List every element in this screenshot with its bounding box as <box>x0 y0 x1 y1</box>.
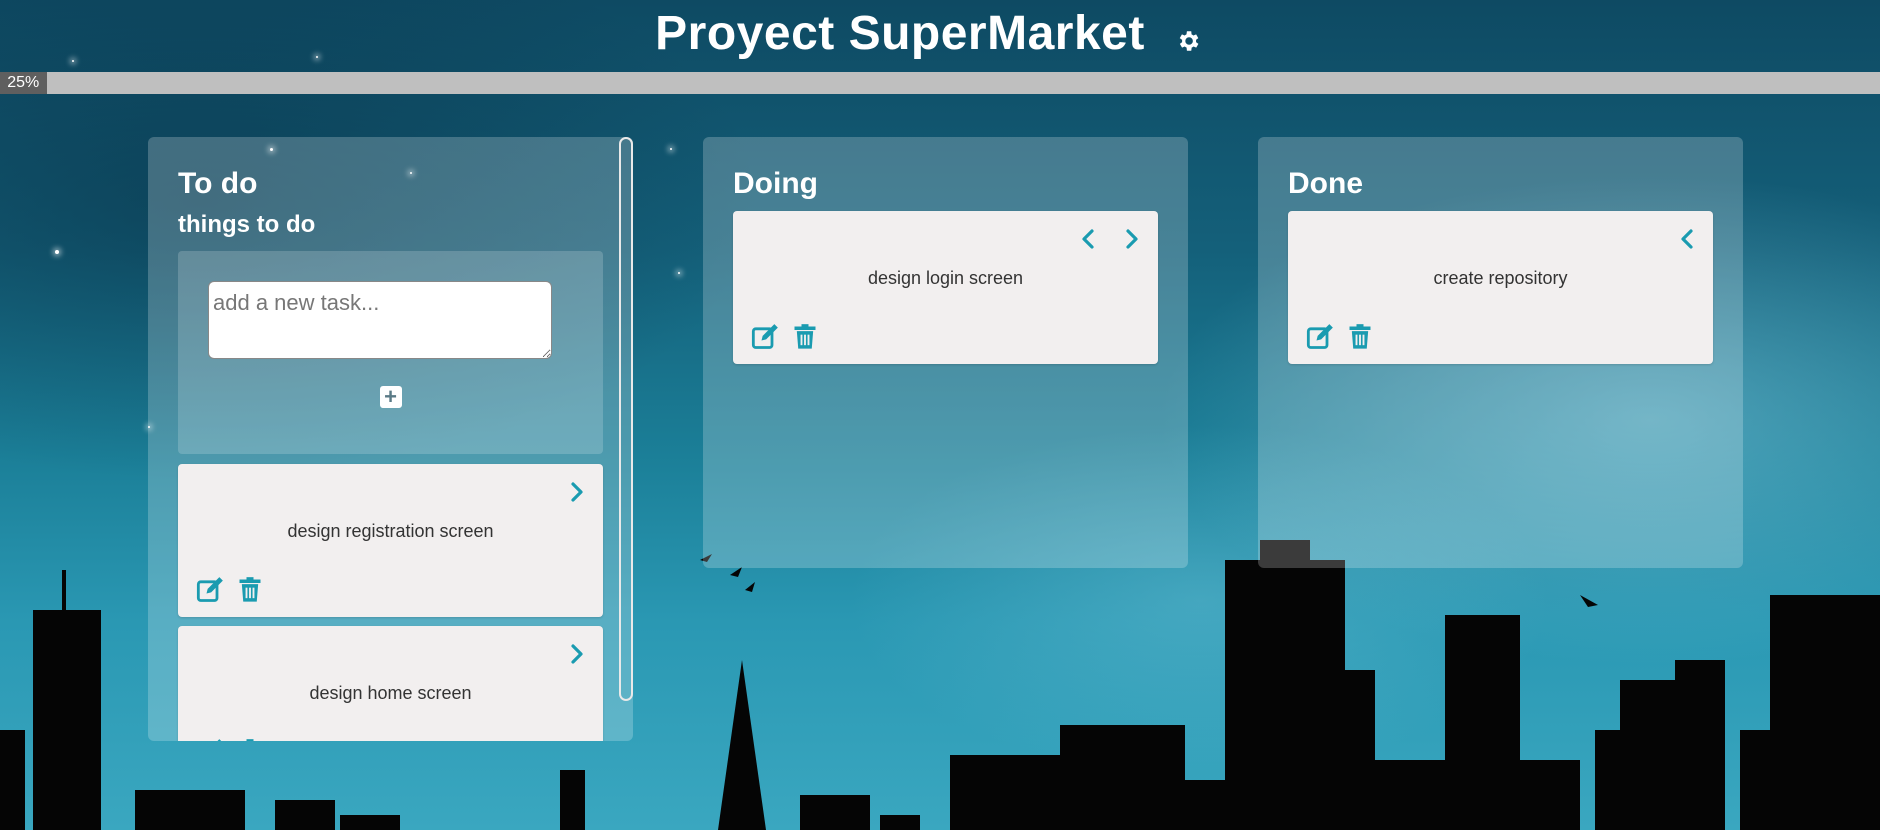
header: Proyect SuperMarket <box>0 0 1880 72</box>
edit-icon[interactable] <box>1306 323 1334 351</box>
page-title: Proyect SuperMarket <box>655 7 1145 60</box>
task-card: design registration screen <box>178 464 603 617</box>
edit-icon[interactable] <box>751 323 779 351</box>
add-task-panel: + <box>178 251 603 454</box>
column-subtitle: things to do <box>178 211 316 238</box>
task-card: design home screen <box>178 626 603 741</box>
plus-square-icon[interactable]: + <box>379 386 402 408</box>
chevron-right-icon[interactable] <box>565 642 589 666</box>
new-task-input[interactable] <box>208 281 552 359</box>
column-todo: To do things to do + design registration… <box>148 137 633 741</box>
column-title: To do <box>178 167 258 200</box>
task-text: design registration screen <box>287 521 494 541</box>
trash-icon[interactable] <box>791 323 819 351</box>
task-card: design login screen <box>733 211 1158 364</box>
progress-label: 25% <box>7 74 40 91</box>
task-card: create repository <box>1288 211 1713 364</box>
edit-icon[interactable] <box>196 738 224 741</box>
column-title: Doing <box>733 167 818 200</box>
trash-icon[interactable] <box>236 738 264 741</box>
star <box>678 272 680 274</box>
star <box>55 250 59 254</box>
task-text: design login screen <box>867 268 1024 288</box>
column-doing: Doing design login screen <box>703 137 1188 568</box>
chevron-left-icon[interactable] <box>1675 227 1699 251</box>
edit-icon[interactable] <box>196 576 224 604</box>
trash-icon[interactable] <box>236 576 264 604</box>
todo-scrollbar[interactable] <box>619 137 633 701</box>
gear-icon[interactable] <box>1175 28 1201 54</box>
task-text: design home screen <box>309 683 472 703</box>
trash-icon[interactable] <box>1346 323 1374 351</box>
progress-fill: 25% <box>0 72 47 94</box>
column-title: Done <box>1288 167 1363 200</box>
star <box>670 148 672 150</box>
progress-bar: 25% <box>0 72 1880 94</box>
task-text: create repository <box>1433 268 1568 288</box>
chevron-right-icon[interactable] <box>565 480 589 504</box>
chevron-left-icon[interactable] <box>1076 227 1100 251</box>
column-done: Done create repository <box>1258 137 1743 568</box>
chevron-right-icon[interactable] <box>1120 227 1144 251</box>
